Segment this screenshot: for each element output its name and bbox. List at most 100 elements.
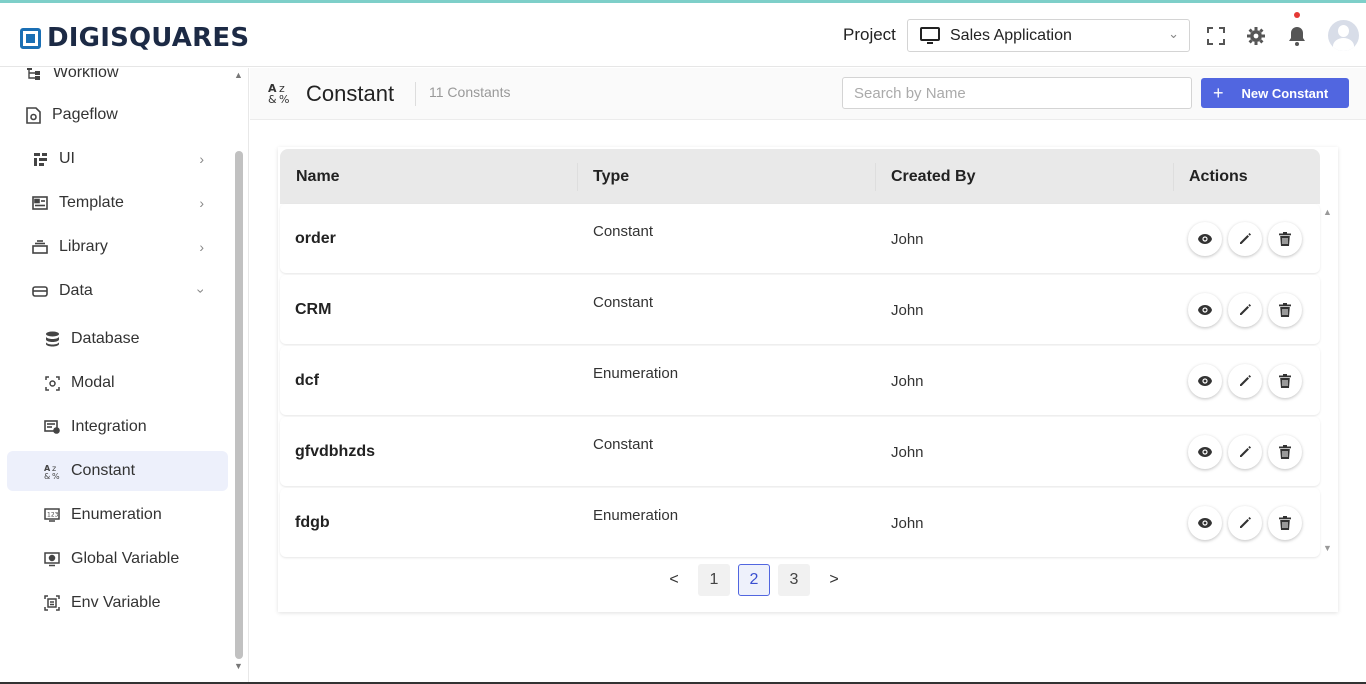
sidebar-item-env-variable[interactable]: Env Variable xyxy=(0,583,228,623)
table-scrollbar[interactable]: ▲ ▼ xyxy=(1321,147,1335,559)
sidebar-item-library[interactable]: Library › xyxy=(0,227,228,267)
scroll-up-icon[interactable]: ▲ xyxy=(1323,207,1332,217)
table-row[interactable]: fdgb Enumeration John xyxy=(280,488,1320,557)
column-header-created-by[interactable]: Created By xyxy=(891,168,975,186)
sidebar-item-global-variable[interactable]: Global Variable xyxy=(0,539,228,579)
sidebar-item-label: UI xyxy=(59,150,75,167)
integration-icon xyxy=(43,418,61,436)
sidebar-item-label: Library xyxy=(59,238,108,255)
sidebar-item-constant[interactable]: Az &% Constant xyxy=(7,451,228,491)
fullscreen-icon[interactable] xyxy=(1205,25,1227,47)
page-button-2[interactable]: 2 xyxy=(738,564,770,596)
column-header-type[interactable]: Type xyxy=(593,168,629,186)
search-input[interactable] xyxy=(842,77,1192,109)
cell-name: CRM xyxy=(295,301,332,318)
view-button[interactable] xyxy=(1188,435,1222,469)
next-page-button[interactable]: > xyxy=(818,564,850,596)
view-button[interactable] xyxy=(1188,506,1222,540)
cell-name: order xyxy=(295,230,336,247)
bell-icon[interactable] xyxy=(1286,25,1308,47)
global-variable-icon xyxy=(43,550,61,568)
chevron-down-icon: › xyxy=(193,288,210,294)
column-separator xyxy=(875,163,876,191)
pencil-icon xyxy=(1238,374,1252,388)
edit-button[interactable] xyxy=(1228,222,1262,256)
sidebar-item-enumeration[interactable]: 123 Enumeration xyxy=(0,495,228,535)
page-toolbar: Az&% Constant 11 Constants + New Constan… xyxy=(250,68,1366,120)
sidebar-item-label: Data xyxy=(59,282,93,299)
delete-button[interactable] xyxy=(1268,435,1302,469)
cell-name: dcf xyxy=(295,372,319,389)
sidebar-item-template[interactable]: Template › xyxy=(0,183,228,223)
sidebar: Workflow Pageflow UI › Template › Librar… xyxy=(0,68,249,684)
template-icon xyxy=(31,194,49,212)
app-header: DIGISQUARES Project Sales Application ⌄ xyxy=(0,3,1366,67)
workflow-icon xyxy=(25,68,43,82)
sidebar-item-label: Database xyxy=(71,330,140,347)
cell-created-by: John xyxy=(891,231,924,248)
edit-button[interactable] xyxy=(1228,435,1262,469)
monitor-icon xyxy=(920,26,940,44)
svg-text:123: 123 xyxy=(47,512,59,519)
edit-button[interactable] xyxy=(1228,506,1262,540)
chevron-down-icon: ⌄ xyxy=(1168,26,1179,41)
scroll-down-icon[interactable]: ▼ xyxy=(1323,543,1332,553)
constant-icon: Az&% xyxy=(268,82,289,104)
new-constant-button[interactable]: + New Constant xyxy=(1201,78,1349,108)
pagination: < 1 2 3 > xyxy=(278,564,1338,596)
sidebar-scroll-thumb[interactable] xyxy=(235,151,243,659)
sidebar-item-ui[interactable]: UI › xyxy=(0,139,228,179)
cell-name: fdgb xyxy=(295,514,330,531)
sidebar-item-label: Env Variable xyxy=(71,594,161,611)
constants-count: 11 Constants xyxy=(429,84,511,100)
page-button-3[interactable]: 3 xyxy=(778,564,810,596)
prev-page-button[interactable]: < xyxy=(658,564,690,596)
view-button[interactable] xyxy=(1188,222,1222,256)
page-title: Constant xyxy=(306,81,395,106)
edit-button[interactable] xyxy=(1228,364,1262,398)
project-label: Project xyxy=(843,25,896,44)
table-header: Name Type Created By Actions xyxy=(280,149,1320,204)
cell-type: Constant xyxy=(593,294,654,311)
table-row[interactable]: gfvdbhzds Constant John xyxy=(280,417,1320,486)
view-button[interactable] xyxy=(1188,293,1222,327)
scroll-down-icon[interactable]: ▼ xyxy=(234,661,243,671)
svg-text:%: % xyxy=(279,93,289,104)
table-row[interactable]: dcf Enumeration John xyxy=(280,346,1320,415)
plus-icon: + xyxy=(1213,82,1224,103)
delete-button[interactable] xyxy=(1268,293,1302,327)
column-header-name[interactable]: Name xyxy=(296,168,340,186)
cell-type: Constant xyxy=(593,223,654,240)
delete-button[interactable] xyxy=(1268,222,1302,256)
page-button-1[interactable]: 1 xyxy=(698,564,730,596)
sidebar-item-modal[interactable]: Modal xyxy=(0,363,228,403)
delete-button[interactable] xyxy=(1268,364,1302,398)
eye-icon xyxy=(1197,446,1213,458)
sidebar-item-pageflow[interactable]: Pageflow xyxy=(0,95,228,135)
library-icon xyxy=(31,238,49,256)
gear-icon[interactable] xyxy=(1245,25,1267,47)
edit-button[interactable] xyxy=(1228,293,1262,327)
scroll-up-icon[interactable]: ▲ xyxy=(234,70,243,80)
table-row[interactable]: order Constant John xyxy=(280,204,1320,273)
pencil-icon xyxy=(1238,232,1252,246)
cell-type: Enumeration xyxy=(593,507,679,524)
project-select[interactable]: Sales Application ⌄ xyxy=(907,19,1190,52)
sidebar-item-database[interactable]: Database xyxy=(0,319,228,359)
cell-created-by: John xyxy=(891,515,924,532)
cell-name: gfvdbhzds xyxy=(295,443,375,460)
sidebar-item-integration[interactable]: Integration xyxy=(0,407,228,447)
sidebar-item-label: Template xyxy=(59,194,124,211)
enumeration-icon: 123 xyxy=(43,506,61,524)
avatar[interactable] xyxy=(1328,20,1359,51)
sidebar-item-data[interactable]: Data › xyxy=(0,271,228,311)
chevron-right-icon: › xyxy=(199,195,204,211)
view-button[interactable] xyxy=(1188,364,1222,398)
sidebar-item-workflow[interactable]: Workflow xyxy=(0,68,228,93)
delete-button[interactable] xyxy=(1268,506,1302,540)
brand-logo[interactable]: DIGISQUARES xyxy=(20,23,249,53)
sidebar-scrollbar[interactable]: ▲ ▼ xyxy=(233,68,245,684)
env-variable-icon xyxy=(43,594,61,612)
table-row[interactable]: CRM Constant John xyxy=(280,275,1320,344)
logo-mark-icon xyxy=(20,27,41,49)
